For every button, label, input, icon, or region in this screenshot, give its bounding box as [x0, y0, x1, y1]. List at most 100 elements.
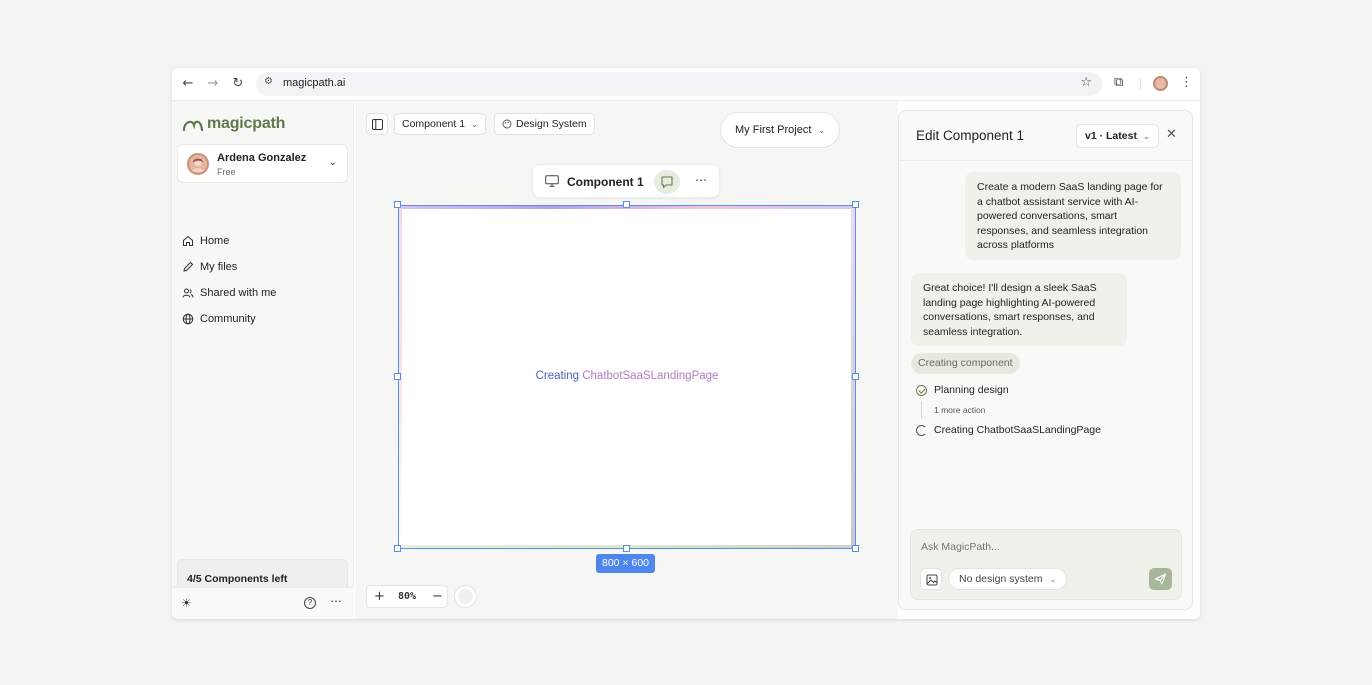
frame-status-text: Creating ChatbotSaaSLandingPage [399, 370, 855, 382]
resize-handle-top-left[interactable] [394, 201, 401, 208]
browser-profile-avatar[interactable] [1153, 76, 1168, 91]
logo-text: magicpath [207, 115, 286, 132]
loading-spinner-icon [916, 424, 927, 436]
step-connector [921, 401, 922, 419]
version-label: v1 · Latest [1085, 130, 1137, 142]
component-toolbar: Component 1 ⋯ [532, 164, 720, 198]
sidebar: magicpath Ardena Gonzalez Free ⌄ Home My… [172, 101, 354, 619]
user-menu[interactable]: Ardena Gonzalez Free ⌄ [177, 144, 348, 183]
extensions-icon[interactable]: ⧉ [1114, 75, 1123, 90]
chat-button[interactable] [654, 170, 680, 194]
theme-toggle-icon[interactable]: ☀ [181, 596, 192, 610]
quota-label: 4/5 Components left [187, 573, 288, 585]
sidebar-item-label: Home [200, 235, 230, 247]
status-prefix: Creating [535, 370, 583, 382]
chevron-down-icon: ⌄ [471, 119, 478, 129]
resize-handle-bottom-right[interactable] [852, 545, 859, 552]
status-badge: Creating component [911, 353, 1020, 374]
chat-input[interactable] [921, 541, 1171, 553]
sidebar-footer: ☀ ? ⋯ [172, 587, 354, 619]
status-component-name: ChatbotSaaSLandingPage [582, 370, 719, 382]
forward-icon[interactable]: → [205, 76, 221, 92]
bookmark-star-icon[interactable]: ☆ [1080, 75, 1092, 90]
frame-size-badge: 800 × 600 [596, 554, 656, 573]
more-options-icon[interactable]: ⋯ [330, 594, 342, 608]
more-actions-link[interactable]: 1 more action [934, 405, 986, 415]
chat-bubble-icon [661, 176, 673, 189]
back-icon[interactable]: ← [180, 76, 196, 92]
assistant-message: Great choice! I'll design a sleek SaaS l… [911, 273, 1127, 346]
resize-handle-bottom[interactable] [623, 545, 630, 552]
palette-icon [502, 119, 512, 129]
logo[interactable]: magicpath [182, 113, 285, 135]
reload-icon[interactable]: ↻ [230, 76, 246, 92]
user-plan: Free [217, 167, 236, 177]
component-select[interactable]: Component 1 ⌄ [394, 113, 486, 135]
resize-handle-left[interactable] [394, 373, 401, 380]
project-select[interactable]: My First Project ⌄ [720, 112, 841, 148]
panel-title: Edit Component 1 [916, 128, 1025, 143]
sidebar-item-shared[interactable]: Shared with me [182, 285, 276, 301]
resize-handle-top-right[interactable] [852, 201, 859, 208]
chevron-down-icon: ⌄ [818, 125, 826, 135]
check-circle-icon [916, 384, 927, 396]
zoom-controls: + 80% − [366, 585, 448, 608]
avatar [187, 153, 209, 175]
home-icon [183, 235, 193, 246]
design-system-label: Design System [516, 118, 587, 130]
component-frame[interactable]: Creating ChatbotSaaSLandingPage [398, 205, 856, 549]
users-icon [182, 288, 194, 298]
help-icon[interactable]: ? [304, 597, 316, 609]
design-system-select-label: No design system [959, 573, 1043, 585]
sidebar-item-label: Shared with me [200, 287, 277, 299]
pencil-icon [183, 261, 194, 272]
edit-component-panel: Edit Component 1 v1 · Latest ⌄ ✕ Create … [898, 110, 1193, 610]
resize-handle-top[interactable] [623, 201, 630, 208]
chevron-down-icon: ⌄ [1049, 574, 1057, 584]
design-system-button[interactable]: Design System [494, 113, 595, 135]
sidebar-panel-icon [371, 118, 383, 130]
monitor-icon [545, 175, 559, 187]
close-icon[interactable]: ✕ [1166, 127, 1177, 142]
image-icon [926, 574, 938, 586]
resize-handle-right[interactable] [852, 373, 859, 380]
browser-menu-icon[interactable]: ⋮ [1180, 75, 1193, 90]
send-icon [1154, 573, 1167, 585]
chat-composer: No design system ⌄ [910, 529, 1182, 600]
more-options-icon[interactable]: ⋯ [695, 173, 707, 187]
zoom-in-icon[interactable]: + [374, 589, 385, 604]
sidebar-item-label: Community [200, 313, 256, 325]
url-text: magicpath.ai [283, 77, 346, 89]
user-name: Ardena Gonzalez [217, 152, 307, 164]
address-bar[interactable]: ⚙ magicpath.ai ☆ [256, 72, 1102, 96]
zoom-level: 80% [398, 591, 417, 602]
sidebar-item-my-files[interactable]: My files [182, 259, 237, 275]
design-system-select[interactable]: No design system ⌄ [948, 568, 1068, 590]
chevron-down-icon: ⌄ [328, 157, 337, 168]
send-button[interactable] [1149, 568, 1172, 590]
globe-icon [182, 313, 194, 325]
chevron-down-icon: ⌄ [1142, 131, 1150, 141]
panel-divider [899, 160, 1192, 161]
step-planning: Planning design [916, 384, 1009, 396]
step-label: Planning design [934, 384, 1009, 396]
step-creating: Creating ChatbotSaaSLandingPage [916, 424, 1101, 436]
attach-image-button[interactable] [920, 568, 942, 590]
magicpath-logo-icon [182, 120, 204, 132]
user-message: Create a modern SaaS landing page for a … [965, 172, 1181, 260]
project-name: My First Project [735, 124, 812, 136]
step-label: Creating ChatbotSaaSLandingPage [934, 424, 1101, 436]
component-name: Component 1 [567, 175, 644, 189]
resize-handle-bottom-left[interactable] [394, 545, 401, 552]
zoom-out-icon[interactable]: − [432, 589, 443, 604]
version-select[interactable]: v1 · Latest ⌄ [1076, 124, 1159, 148]
site-settings-icon[interactable]: ⚙ [264, 76, 278, 90]
toolbar-divider [1140, 78, 1141, 90]
sidebar-item-home[interactable]: Home [182, 233, 229, 249]
component-select-label: Component 1 [402, 118, 466, 130]
toggle-sidebar-button[interactable] [366, 113, 388, 135]
sidebar-item-community[interactable]: Community [182, 311, 256, 327]
browser-toolbar: ← → ↻ ⚙ magicpath.ai ☆ ⧉ ⋮ [172, 68, 1200, 101]
fit-view-button[interactable] [454, 585, 477, 608]
sidebar-item-label: My files [200, 261, 238, 273]
